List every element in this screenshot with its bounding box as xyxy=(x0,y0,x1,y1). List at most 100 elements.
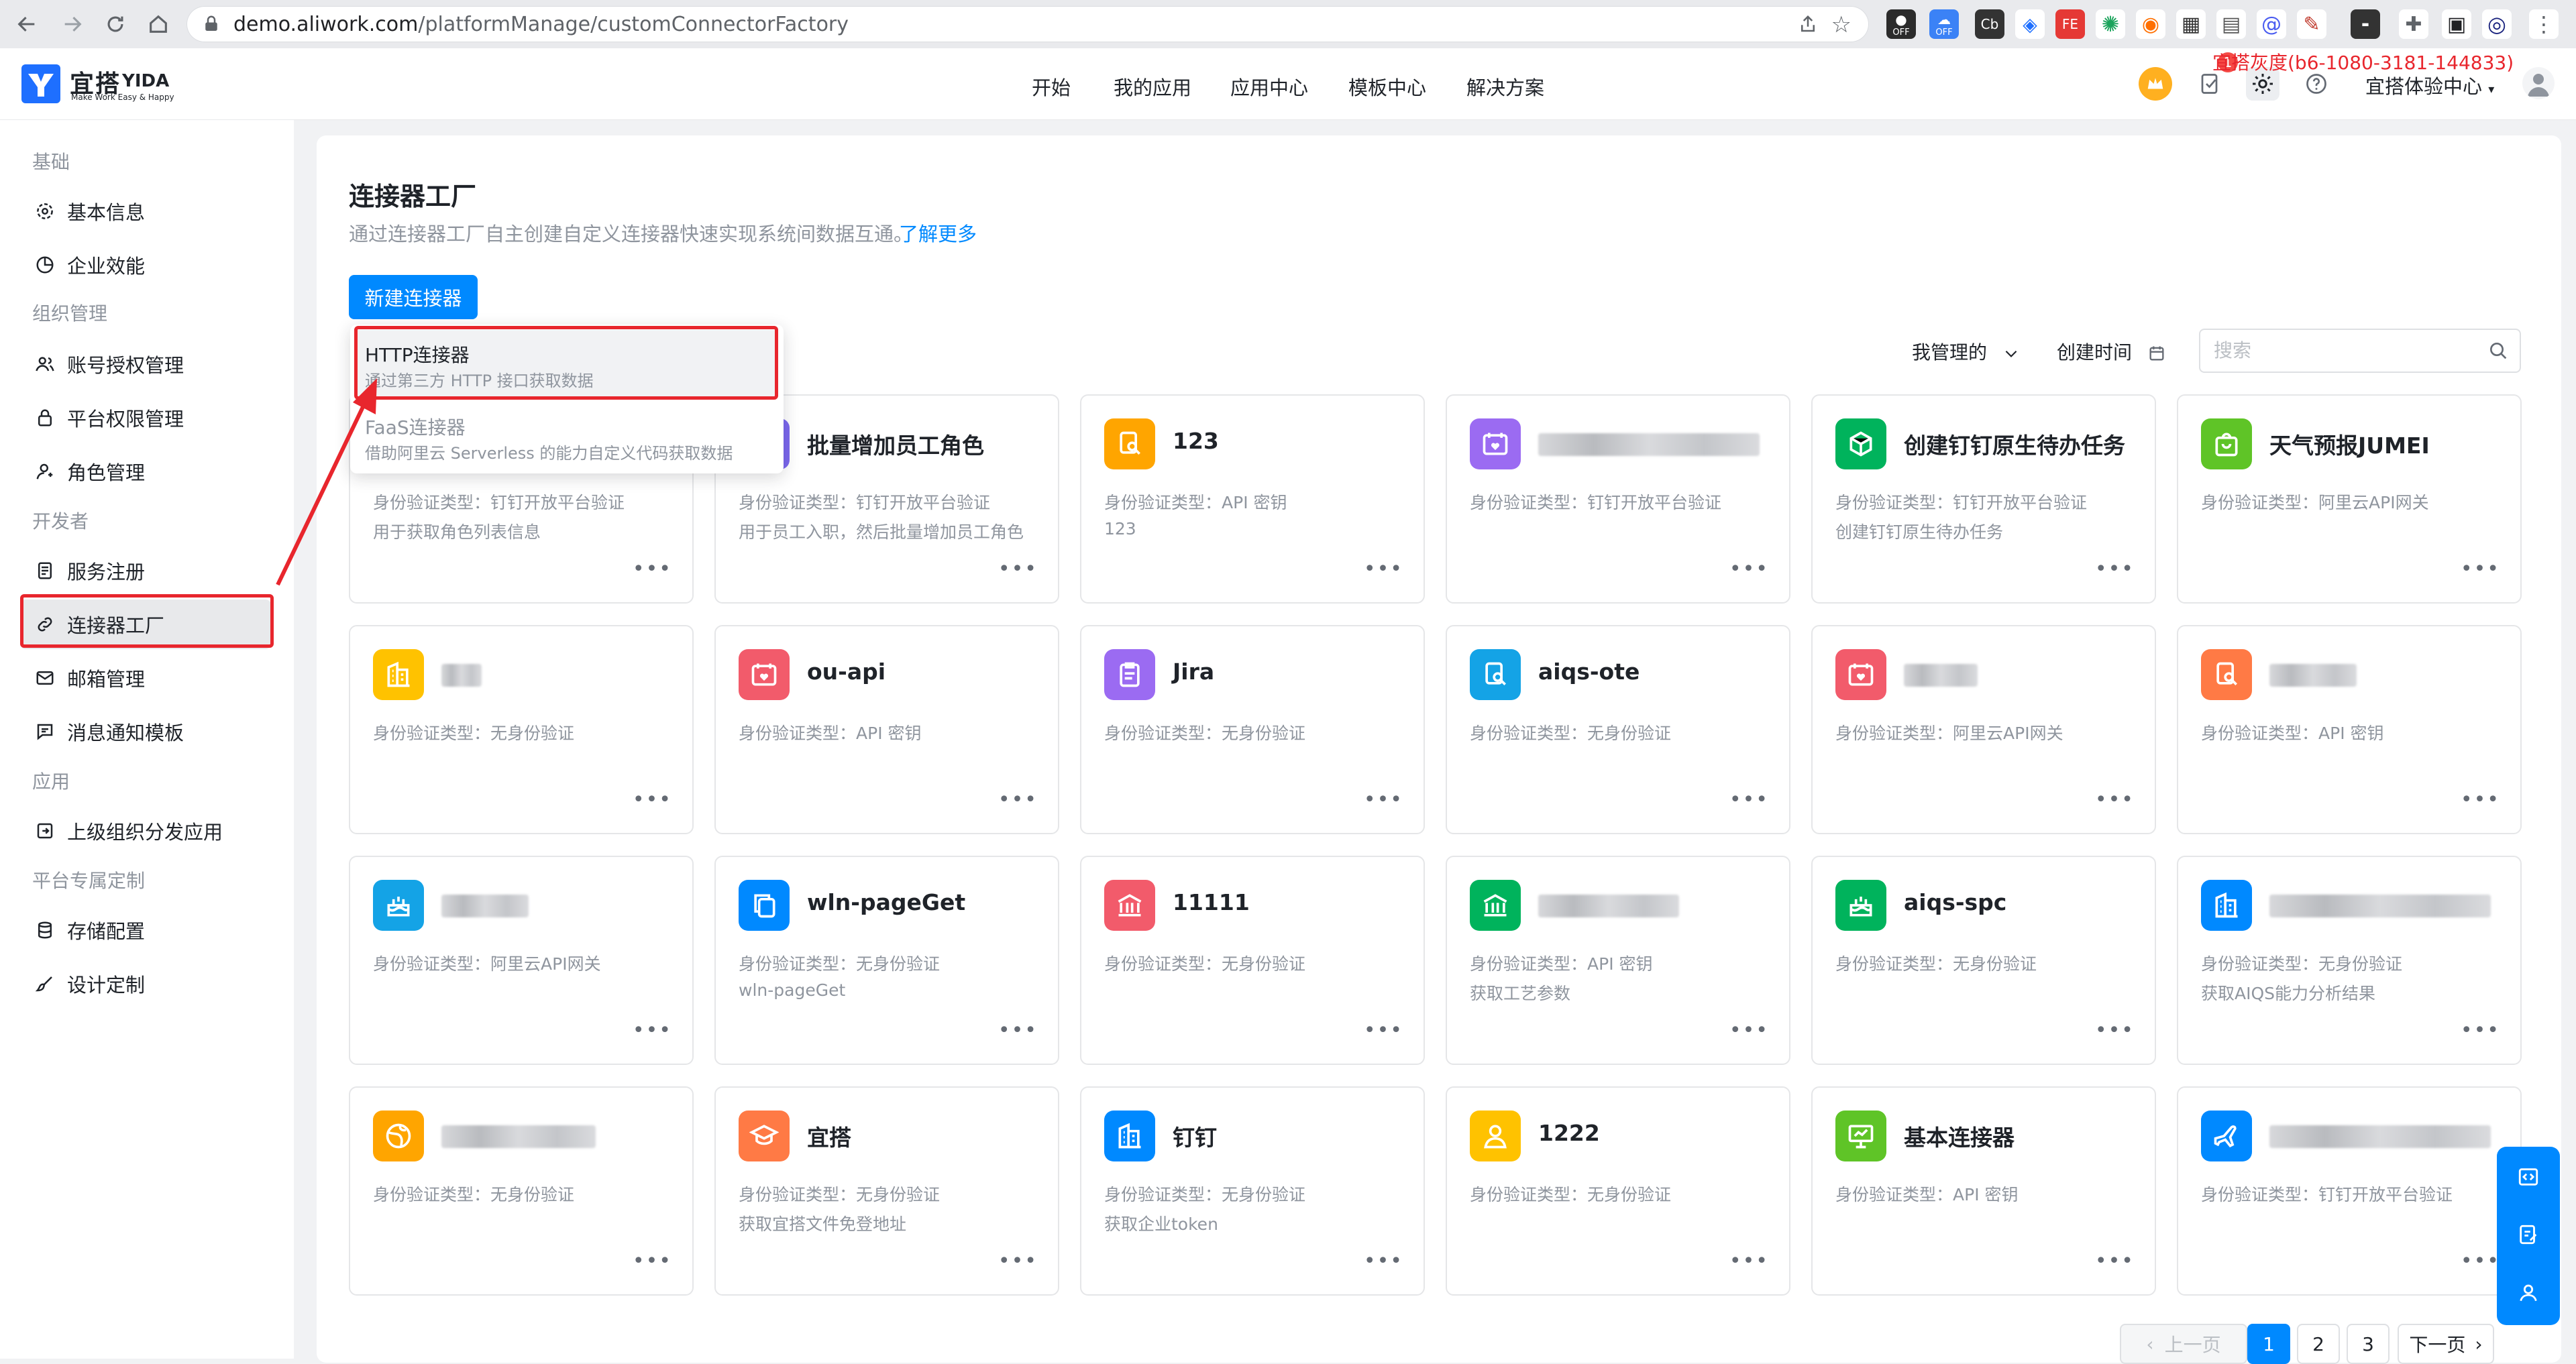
extension-dark2-icon[interactable]: ▬ xyxy=(2351,9,2380,39)
nav-app-center[interactable]: 应用中心 xyxy=(1230,72,1308,101)
reload-button[interactable] xyxy=(98,7,133,42)
more-actions-icon[interactable]: ••• xyxy=(2095,1019,2135,1042)
more-actions-icon[interactable]: ••• xyxy=(998,557,1038,581)
more-actions-icon[interactable]: ••• xyxy=(2461,1249,2500,1273)
extension-tab-icon[interactable]: ▤ xyxy=(2216,9,2246,39)
extension-cb-icon[interactable]: Cb xyxy=(1975,9,2004,39)
org-switcher[interactable]: 宜搭体验中心 ▾ xyxy=(2365,71,2494,99)
yida-logo-icon[interactable] xyxy=(21,64,60,103)
code-icon[interactable] xyxy=(2516,1164,2541,1190)
more-actions-icon[interactable]: ••• xyxy=(1364,1019,1403,1042)
extension-layers-icon[interactable]: ◈ xyxy=(2015,9,2045,39)
connector-card[interactable]: wln-pageGet 身份验证类型：无身份验证 wln-pageGet ••• xyxy=(714,856,1059,1065)
more-actions-icon[interactable]: ••• xyxy=(2461,1019,2500,1042)
connector-card[interactable]: 基本连接器 身份验证类型：API 密钥 ••• xyxy=(1811,1086,2156,1296)
customer-service-icon[interactable] xyxy=(2516,1280,2541,1305)
connector-card[interactable]: 宜搭 身份验证类型：无身份验证 获取宜搭文件免登地址 ••• xyxy=(714,1086,1059,1296)
page-3-button[interactable]: 3 xyxy=(2347,1324,2390,1364)
more-actions-icon[interactable]: ••• xyxy=(2095,788,2135,811)
sidebar-item-parent-org-apps[interactable]: 上级组织分发应用 xyxy=(20,806,271,856)
nav-start[interactable]: 开始 xyxy=(1032,72,1071,101)
filter-managed-by-me[interactable]: 我管理的 xyxy=(1912,338,2020,365)
nav-solutions[interactable]: 解决方案 xyxy=(1466,72,1544,101)
extensions-puzzle-icon[interactable]: ✚ xyxy=(2399,9,2428,39)
connector-card[interactable]: 123 身份验证类型：API 密钥 123 ••• xyxy=(1080,394,1425,604)
extension-cloud-icon[interactable]: ☁ OFF xyxy=(1929,9,1959,39)
chrome-menu-icon[interactable]: ⋮ xyxy=(2529,9,2559,39)
search-input[interactable] xyxy=(2212,337,2470,365)
page-2-button[interactable]: 2 xyxy=(2297,1324,2340,1364)
connector-card[interactable]: 身份验证类型：阿里云API网关 ••• xyxy=(1811,625,2156,834)
sidebar-item-mail[interactable]: 邮箱管理 xyxy=(20,653,271,703)
forward-button[interactable] xyxy=(55,7,90,42)
more-actions-icon[interactable]: ••• xyxy=(1729,788,1769,811)
more-actions-icon[interactable]: ••• xyxy=(998,1019,1038,1042)
connector-card[interactable]: 身份验证类型：无身份验证 ••• xyxy=(349,1086,694,1296)
more-actions-icon[interactable]: ••• xyxy=(1364,557,1403,581)
connector-card[interactable]: 身份验证类型：无身份验证 ••• xyxy=(349,625,694,834)
extension-at-icon[interactable]: @ xyxy=(2257,9,2286,39)
connector-card[interactable]: 身份验证类型：API 密钥 ••• xyxy=(2177,625,2522,834)
search-box[interactable] xyxy=(2199,329,2521,373)
connector-card[interactable]: 身份验证类型：钉钉开放平台验证 ••• xyxy=(2177,1086,2522,1296)
more-actions-icon[interactable]: ••• xyxy=(1729,557,1769,581)
home-button[interactable] xyxy=(141,7,176,42)
more-actions-icon[interactable]: ••• xyxy=(633,1249,672,1273)
sidebar-item-platform-perm[interactable]: 平台权限管理 xyxy=(20,393,271,443)
sidebar-item-service-register[interactable]: 服务注册 xyxy=(20,546,271,595)
logo-yida[interactable]: YIDA xyxy=(122,71,169,91)
next-page-button[interactable]: 下一页 › xyxy=(2398,1324,2494,1364)
share-icon[interactable] xyxy=(1798,14,1818,34)
avatar[interactable] xyxy=(2522,67,2555,99)
sidebar-item-storage[interactable]: 存储配置 xyxy=(20,905,271,955)
more-actions-icon[interactable]: ••• xyxy=(2461,788,2500,811)
connector-card[interactable]: 钉钉 身份验证类型：无身份验证 获取企业token ••• xyxy=(1080,1086,1425,1296)
connector-card[interactable]: 11111 身份验证类型：无身份验证 ••• xyxy=(1080,856,1425,1065)
back-button[interactable] xyxy=(9,7,44,42)
extension-fe-icon[interactable]: FE xyxy=(2055,9,2085,39)
more-actions-icon[interactable]: ••• xyxy=(1729,1019,1769,1042)
connector-card[interactable]: 天气预报JUMEI 身份验证类型：阿里云API网关 ••• xyxy=(2177,394,2522,604)
extension-color-icon[interactable]: ◉ xyxy=(2136,9,2165,39)
more-actions-icon[interactable]: ••• xyxy=(2461,557,2500,581)
connector-card[interactable]: ou-api 身份验证类型：API 密钥 ••• xyxy=(714,625,1059,834)
nav-my-apps[interactable]: 我的应用 xyxy=(1114,72,1191,101)
more-actions-icon[interactable]: ••• xyxy=(2095,1249,2135,1273)
connector-card[interactable]: Jira 身份验证类型：无身份验证 ••• xyxy=(1080,625,1425,834)
connector-card[interactable]: 身份验证类型：无身份验证 获取AIQS能力分析结果 ••• xyxy=(2177,856,2522,1065)
connector-card[interactable]: 身份验证类型：钉钉开放平台验证 ••• xyxy=(1446,394,1790,604)
crown-icon[interactable] xyxy=(2139,67,2172,101)
prev-page-button[interactable]: ‹ 上一页 xyxy=(2120,1324,2247,1364)
more-actions-icon[interactable]: ••• xyxy=(998,1249,1038,1273)
more-actions-icon[interactable]: ••• xyxy=(633,557,672,581)
nav-template-center[interactable]: 模板中心 xyxy=(1348,72,1426,101)
more-actions-icon[interactable]: ••• xyxy=(1364,788,1403,811)
side-panel-icon[interactable]: ▣ xyxy=(2442,9,2471,39)
connector-card[interactable]: 1222 身份验证类型：无身份验证 ••• xyxy=(1446,1086,1790,1296)
sidebar-item-efficiency[interactable]: 企业效能 xyxy=(20,240,271,290)
more-actions-icon[interactable]: ••• xyxy=(633,1019,672,1042)
extension-qr-icon[interactable]: ▦ xyxy=(2176,9,2206,39)
new-connector-button[interactable]: 新建连接器 xyxy=(349,275,478,319)
connector-card[interactable]: 创建钉钉原生待办任务 身份验证类型：钉钉开放平台验证 创建钉钉原生待办任务 ••• xyxy=(1811,394,2156,604)
connector-card[interactable]: 身份验证类型：API 密钥 获取工艺参数 ••• xyxy=(1446,856,1790,1065)
address-bar[interactable]: demo.aliwork.com/platformManage/customCo… xyxy=(186,6,1869,42)
profile-icon[interactable]: ◎ xyxy=(2482,9,2512,39)
more-actions-icon[interactable]: ••• xyxy=(1364,1249,1403,1273)
sidebar-item-roles[interactable]: 角色管理 xyxy=(20,447,271,496)
search-icon[interactable] xyxy=(2487,340,2509,361)
learn-more-link[interactable]: 了解更多 xyxy=(899,219,977,247)
bookmark-star-icon[interactable]: ☆ xyxy=(1831,11,1851,38)
connector-card[interactable]: aiqs-ote 身份验证类型：无身份验证 ••• xyxy=(1446,625,1790,834)
edit-doc-icon[interactable] xyxy=(2516,1222,2541,1247)
connector-card[interactable]: aiqs-spc 身份验证类型：无身份验证 ••• xyxy=(1811,856,2156,1065)
sidebar-item-design[interactable]: 设计定制 xyxy=(20,959,271,1009)
connector-card[interactable]: 身份验证类型：阿里云API网关 ••• xyxy=(349,856,694,1065)
page-1-button[interactable]: 1 xyxy=(2247,1324,2290,1364)
sort-created-time[interactable]: 创建时间 xyxy=(2057,338,2166,365)
sidebar-item-account-auth[interactable]: 账号授权管理 xyxy=(20,339,271,389)
extension-pen-icon[interactable]: ✎ xyxy=(2297,9,2326,39)
extension-gear-green-icon[interactable]: ✺ xyxy=(2096,9,2125,39)
more-actions-icon[interactable]: ••• xyxy=(1729,1249,1769,1273)
sidebar-item-basic-info[interactable]: 基本信息 xyxy=(20,186,271,236)
